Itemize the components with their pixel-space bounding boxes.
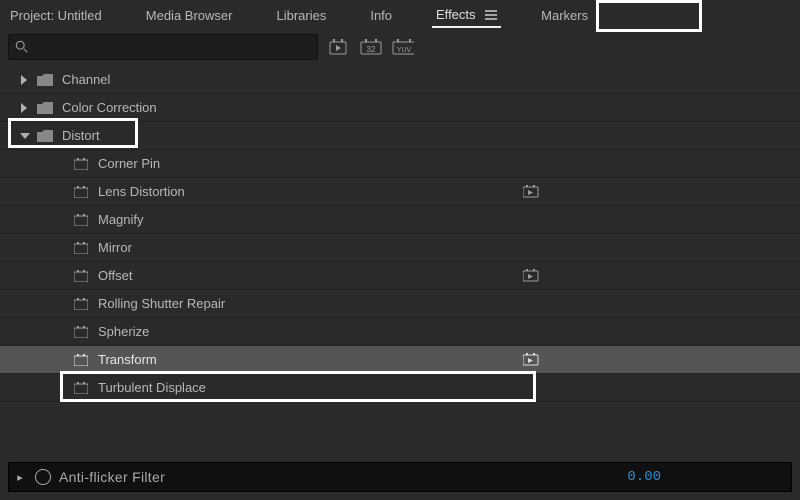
effect-label: Lens Distortion: [98, 184, 185, 199]
panel-menu-icon[interactable]: [485, 10, 497, 20]
effects-search[interactable]: [8, 34, 318, 60]
search-icon: [15, 40, 29, 54]
effect-offset[interactable]: Offset: [0, 262, 800, 290]
effects-tree: Channel Color Correction Distort Corner …: [0, 64, 800, 402]
tab-project[interactable]: Project: Untitled: [6, 4, 106, 27]
accelerated-effects-icon[interactable]: [328, 38, 350, 56]
effect-label: Transform: [98, 352, 157, 367]
tab-libraries[interactable]: Libraries: [272, 4, 330, 27]
folder-icon: [36, 129, 54, 143]
preset-icon: [72, 157, 90, 171]
effect-magnify[interactable]: Magnify: [0, 206, 800, 234]
gpu-badge-icon: [522, 353, 540, 367]
tab-effects-label: Effects: [436, 7, 476, 22]
property-value[interactable]: 0.00: [627, 469, 661, 485]
chevron-right-icon[interactable]: [20, 75, 36, 85]
preset-icon: [72, 269, 90, 283]
effect-label: Mirror: [98, 240, 132, 255]
effect-label: Rolling Shutter Repair: [98, 296, 225, 311]
folder-color-correction[interactable]: Color Correction: [0, 94, 800, 122]
panel-tabs: Project: Untitled Media Browser Librarie…: [0, 0, 800, 30]
preset-icon: [72, 381, 90, 395]
effect-rolling-shutter[interactable]: Rolling Shutter Repair: [0, 290, 800, 318]
folder-label: Distort: [62, 128, 100, 143]
yuv-effects-icon[interactable]: YUV: [392, 38, 414, 56]
svg-text:32: 32: [367, 45, 376, 54]
preset-icon: [72, 213, 90, 227]
effect-label: Spherize: [98, 324, 149, 339]
chevron-right-icon[interactable]: ▸: [9, 471, 31, 484]
effect-controls-row[interactable]: ▸ Anti-flicker Filter 0.00: [8, 462, 792, 492]
effect-transform[interactable]: Transform: [0, 346, 800, 374]
effect-label: Corner Pin: [98, 156, 160, 171]
gpu-badge-icon: [522, 185, 540, 199]
preset-icon: [72, 353, 90, 367]
effect-mirror[interactable]: Mirror: [0, 234, 800, 262]
gpu-badge-icon: [522, 269, 540, 283]
effect-turbulent-displace[interactable]: Turbulent Displace: [0, 374, 800, 402]
folder-icon: [36, 73, 54, 87]
effect-spherize[interactable]: Spherize: [0, 318, 800, 346]
folder-distort[interactable]: Distort: [0, 122, 800, 150]
preset-icon: [72, 325, 90, 339]
search-input[interactable]: [33, 40, 311, 55]
tab-info[interactable]: Info: [366, 4, 396, 27]
effects-toolbar: 32 YUV: [0, 30, 800, 64]
folder-icon: [36, 101, 54, 115]
chevron-down-icon[interactable]: [20, 132, 36, 140]
property-label: Anti-flicker Filter: [59, 469, 165, 485]
tab-markers[interactable]: Markers: [537, 4, 592, 27]
folder-label: Color Correction: [62, 100, 157, 115]
32bit-effects-icon[interactable]: 32: [360, 38, 382, 56]
svg-text:YUV: YUV: [397, 47, 412, 54]
effect-lens-distortion[interactable]: Lens Distortion: [0, 178, 800, 206]
folder-label: Channel: [62, 72, 110, 87]
effect-label: Turbulent Displace: [98, 380, 206, 395]
tab-effects[interactable]: Effects: [432, 3, 501, 28]
effect-label: Magnify: [98, 212, 144, 227]
effect-corner-pin[interactable]: Corner Pin: [0, 150, 800, 178]
effect-label: Offset: [98, 268, 132, 283]
folder-channel[interactable]: Channel: [0, 66, 800, 94]
chevron-right-icon[interactable]: [20, 103, 36, 113]
preset-icon: [72, 241, 90, 255]
preset-icon: [72, 297, 90, 311]
preset-icon: [72, 185, 90, 199]
tab-media-browser[interactable]: Media Browser: [142, 4, 237, 27]
stopwatch-icon[interactable]: [35, 469, 51, 485]
